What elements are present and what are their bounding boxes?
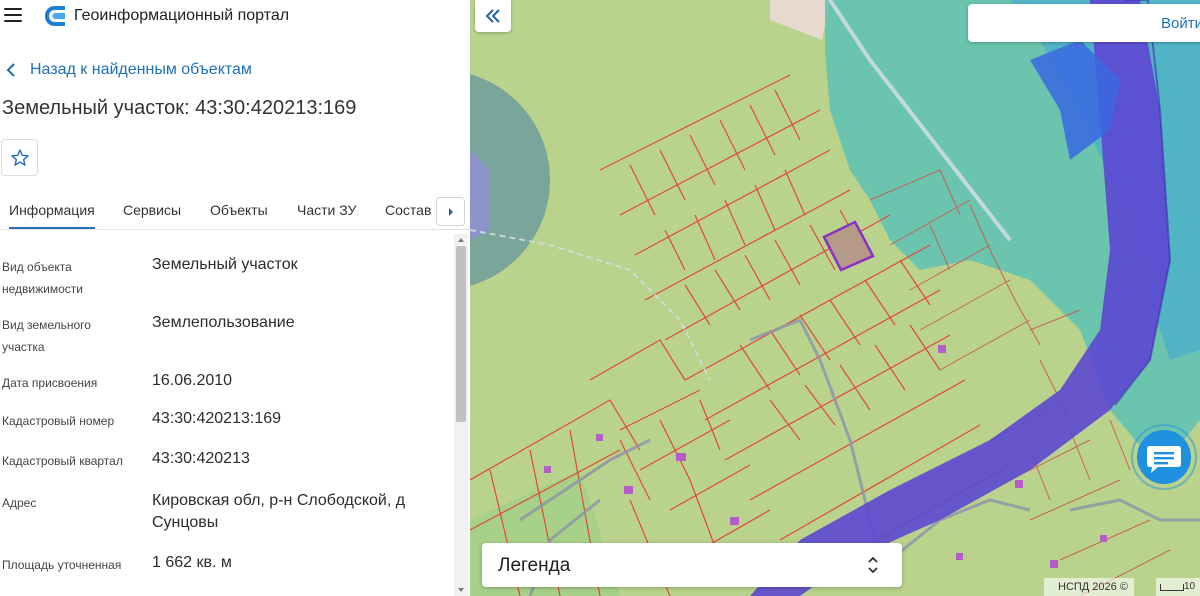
legend-dropdown[interactable]: Легенда	[482, 543, 902, 587]
legend-label: Легенда	[498, 555, 571, 576]
tabs-scroll-right-button[interactable]	[436, 197, 465, 226]
scrollbar-thumb[interactable]	[456, 246, 466, 422]
scroll-down-arrow-icon[interactable]	[454, 584, 468, 596]
collapse-sidebar-button[interactable]	[475, 0, 511, 32]
tab-bar: Информация Сервисы Объекты Части ЗУ Сост…	[0, 190, 470, 230]
property-value: 1 662 кв. м	[152, 554, 232, 571]
tab-objects[interactable]: Объекты	[210, 190, 268, 229]
property-value: 43:30:420213	[152, 450, 250, 467]
map-scale-bar: 10	[1156, 578, 1200, 596]
scale-bar-ruler	[1160, 584, 1184, 591]
tab-land-parts[interactable]: Части ЗУ	[297, 190, 356, 229]
map-canvas[interactable]: Войти Легенда НСПД 2026 © 10	[470, 0, 1200, 596]
property-label: Кадастровый номер	[2, 414, 115, 428]
sidebar-scrollbar[interactable]	[454, 234, 468, 596]
double-chevron-left-icon	[485, 9, 500, 23]
star-icon	[10, 148, 29, 166]
portal-logo-icon[interactable]	[44, 5, 66, 27]
favorite-button[interactable]	[1, 139, 38, 176]
top-bar: Геоинформационный портал	[0, 0, 470, 34]
property-label: Вид земельного участка	[2, 318, 91, 354]
chat-bubble-icon	[1131, 424, 1197, 490]
chevron-left-icon	[6, 63, 15, 77]
scroll-up-arrow-icon[interactable]	[454, 234, 468, 246]
property-value: Землепользование	[152, 314, 295, 331]
back-to-results-link[interactable]: Назад к найденным объектам	[6, 60, 252, 80]
property-value: Кировская обл, р-н Слободской, д Сунцовы	[152, 492, 406, 531]
property-value: 16.06.2010	[152, 372, 233, 389]
object-title: Земельный участок: 43:30:420213:169	[2, 97, 357, 119]
tab-composition[interactable]: Состав	[385, 190, 431, 229]
login-button[interactable]: Войти	[968, 4, 1200, 42]
scale-bar-label: 10	[1184, 581, 1196, 592]
property-value: 43:30:420213:169	[152, 410, 282, 427]
cadastral-map-layer[interactable]	[470, 0, 1200, 596]
tab-information[interactable]: Информация	[9, 190, 95, 229]
back-link-label: Назад к найденным объектам	[30, 61, 252, 78]
property-value: Земельный участок	[152, 256, 298, 273]
chat-button[interactable]	[1128, 424, 1200, 490]
portal-title[interactable]: Геоинформационный портал	[74, 7, 289, 25]
property-label: Кадастровый квартал	[2, 454, 123, 468]
sidebar-panel: Геоинформационный портал Назад к найденн…	[0, 0, 471, 596]
property-label: Вид объекта недвижимости	[2, 260, 83, 296]
tab-services[interactable]: Сервисы	[123, 190, 181, 229]
hamburger-menu-icon[interactable]	[4, 8, 22, 24]
property-label: Дата присвоения	[2, 376, 98, 390]
login-label: Войти	[1161, 15, 1200, 32]
chevron-right-icon	[448, 207, 453, 216]
property-label: Адрес	[2, 496, 37, 510]
map-copyright: НСПД 2026 ©	[1044, 578, 1134, 596]
property-label: Площадь уточненная	[2, 558, 122, 572]
expand-collapse-icon	[868, 556, 878, 574]
